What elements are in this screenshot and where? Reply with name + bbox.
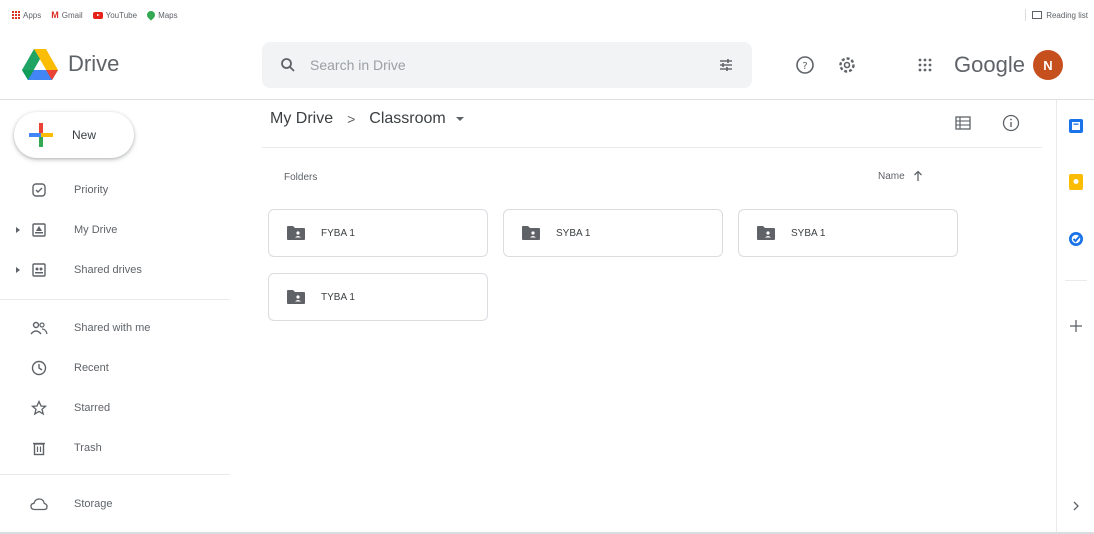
sidebar-item-storage[interactable]: Storage <box>0 489 230 519</box>
sidebar-divider <box>0 299 230 300</box>
folder-card[interactable]: SYBA 1 <box>503 209 723 257</box>
breadcrumb-root[interactable]: My Drive <box>270 110 333 128</box>
sort-by-name[interactable]: Name <box>878 170 923 182</box>
settings-gear-icon[interactable] <box>836 54 858 76</box>
sidebar-item-priority[interactable]: Priority <box>0 175 230 205</box>
youtube-icon <box>92 11 103 19</box>
avatar[interactable]: N <box>1032 50 1063 80</box>
bookmark-maps[interactable]: Maps <box>145 9 178 21</box>
svg-text:?: ? <box>802 61 807 72</box>
chevron-down-icon[interactable] <box>455 117 464 121</box>
star-icon <box>30 399 48 417</box>
maps-icon <box>145 9 157 21</box>
google-wordmark: Google <box>954 52 1025 77</box>
list-view-icon[interactable] <box>952 112 974 134</box>
folder-card[interactable]: FYBA 1 <box>268 209 488 257</box>
sidebar-item-label: Shared drives <box>74 264 142 276</box>
sidebar: New Priority My Drive Shared drives Shar… <box>0 100 240 534</box>
bookmark-label: Gmail <box>61 10 83 20</box>
bookmark-gmail[interactable]: M Gmail <box>51 10 82 20</box>
folder-card[interactable]: SYBA 1 <box>738 209 958 257</box>
shared-folder-icon <box>287 226 305 240</box>
breadcrumb: My Drive > Classroom <box>270 110 464 128</box>
search-icon[interactable] <box>280 57 296 73</box>
chevron-right-icon[interactable] <box>1067 497 1085 515</box>
sidebar-item-label: Trash <box>74 442 102 454</box>
shared-folder-icon <box>757 226 775 240</box>
tasks-icon[interactable] <box>1067 230 1085 248</box>
shared-folder-icon <box>522 226 540 240</box>
priority-icon <box>30 181 48 199</box>
search-bar[interactable]: Search in Drive <box>262 42 752 88</box>
calendar-icon[interactable] <box>1067 117 1085 135</box>
sidebar-item-label: Storage <box>74 498 113 510</box>
breadcrumb-separator: > <box>347 111 356 127</box>
sidebar-item-label: Shared with me <box>74 322 151 334</box>
reading-list-icon <box>1032 11 1043 19</box>
app-name: Drive <box>68 51 120 76</box>
search-input[interactable]: Search in Drive <box>310 57 718 73</box>
plus-icon <box>29 123 53 147</box>
reading-list-button[interactable]: Reading list <box>1025 9 1088 21</box>
folder-name: TYBA 1 <box>321 291 355 303</box>
folder-card[interactable]: TYBA 1 <box>268 273 488 321</box>
shared-with-me-icon <box>30 319 48 337</box>
folder-name: SYBA 1 <box>556 227 591 239</box>
sidebar-divider <box>0 474 230 475</box>
sort-label: Name <box>878 170 905 182</box>
apps-grid-icon <box>12 11 20 19</box>
my-drive-icon <box>30 221 48 239</box>
drive-logo-icon <box>22 49 58 80</box>
sidebar-item-shared-with-me[interactable]: Shared with me <box>0 313 230 343</box>
cloud-icon <box>30 495 48 513</box>
info-icon[interactable] <box>1000 112 1022 134</box>
drive-logo[interactable]: Drive <box>22 48 119 80</box>
side-panel-rail <box>1056 100 1094 534</box>
expand-caret-icon[interactable] <box>16 227 20 233</box>
expand-caret-icon[interactable] <box>16 267 20 273</box>
bookmark-label: Maps <box>158 10 178 20</box>
search-options-icon[interactable] <box>718 57 734 73</box>
folder-name: FYBA 1 <box>321 227 355 239</box>
folder-name: SYBA 1 <box>791 227 826 239</box>
arrow-up-icon[interactable] <box>913 170 923 182</box>
sidebar-item-label: Recent <box>74 362 109 374</box>
reading-list-label: Reading list <box>1046 10 1088 20</box>
folders-heading: Folders <box>284 172 318 183</box>
gmail-icon: M <box>51 10 59 20</box>
google-apps-icon[interactable] <box>914 54 936 76</box>
sidebar-item-recent[interactable]: Recent <box>0 353 230 383</box>
bookmark-youtube[interactable]: YouTube <box>92 10 138 20</box>
content-divider <box>262 147 1042 148</box>
add-addon-icon[interactable] <box>1067 317 1085 335</box>
help-icon[interactable]: ? <box>794 54 816 76</box>
new-button[interactable]: New <box>14 112 134 158</box>
sidebar-item-trash[interactable]: Trash <box>0 433 230 463</box>
app-header: Drive Search in Drive ? Google N <box>0 30 1094 100</box>
sidebar-item-starred[interactable]: Starred <box>0 393 230 423</box>
sidebar-item-shared-drives[interactable]: Shared drives <box>0 255 230 285</box>
bookmark-label: YouTube <box>105 10 138 20</box>
keep-icon[interactable] <box>1067 173 1085 191</box>
bookmarks-bar: Apps M Gmail YouTube Maps <box>0 0 1094 30</box>
google-account[interactable]: Google N <box>954 44 1063 86</box>
new-button-label: New <box>72 128 97 142</box>
bookmark-apps[interactable]: Apps <box>12 11 41 20</box>
rail-divider <box>1065 280 1087 281</box>
trash-icon <box>30 439 48 457</box>
sidebar-item-my-drive[interactable]: My Drive <box>0 215 230 245</box>
clock-icon <box>30 359 48 377</box>
sidebar-item-label: Priority <box>74 184 109 196</box>
sidebar-item-label: Starred <box>74 402 111 414</box>
divider <box>1025 9 1027 21</box>
sidebar-item-label: My Drive <box>74 224 118 236</box>
bookmark-label: Apps <box>23 10 42 20</box>
breadcrumb-current[interactable]: Classroom <box>369 110 445 128</box>
shared-drives-icon <box>30 261 48 279</box>
shared-folder-icon <box>287 290 305 304</box>
